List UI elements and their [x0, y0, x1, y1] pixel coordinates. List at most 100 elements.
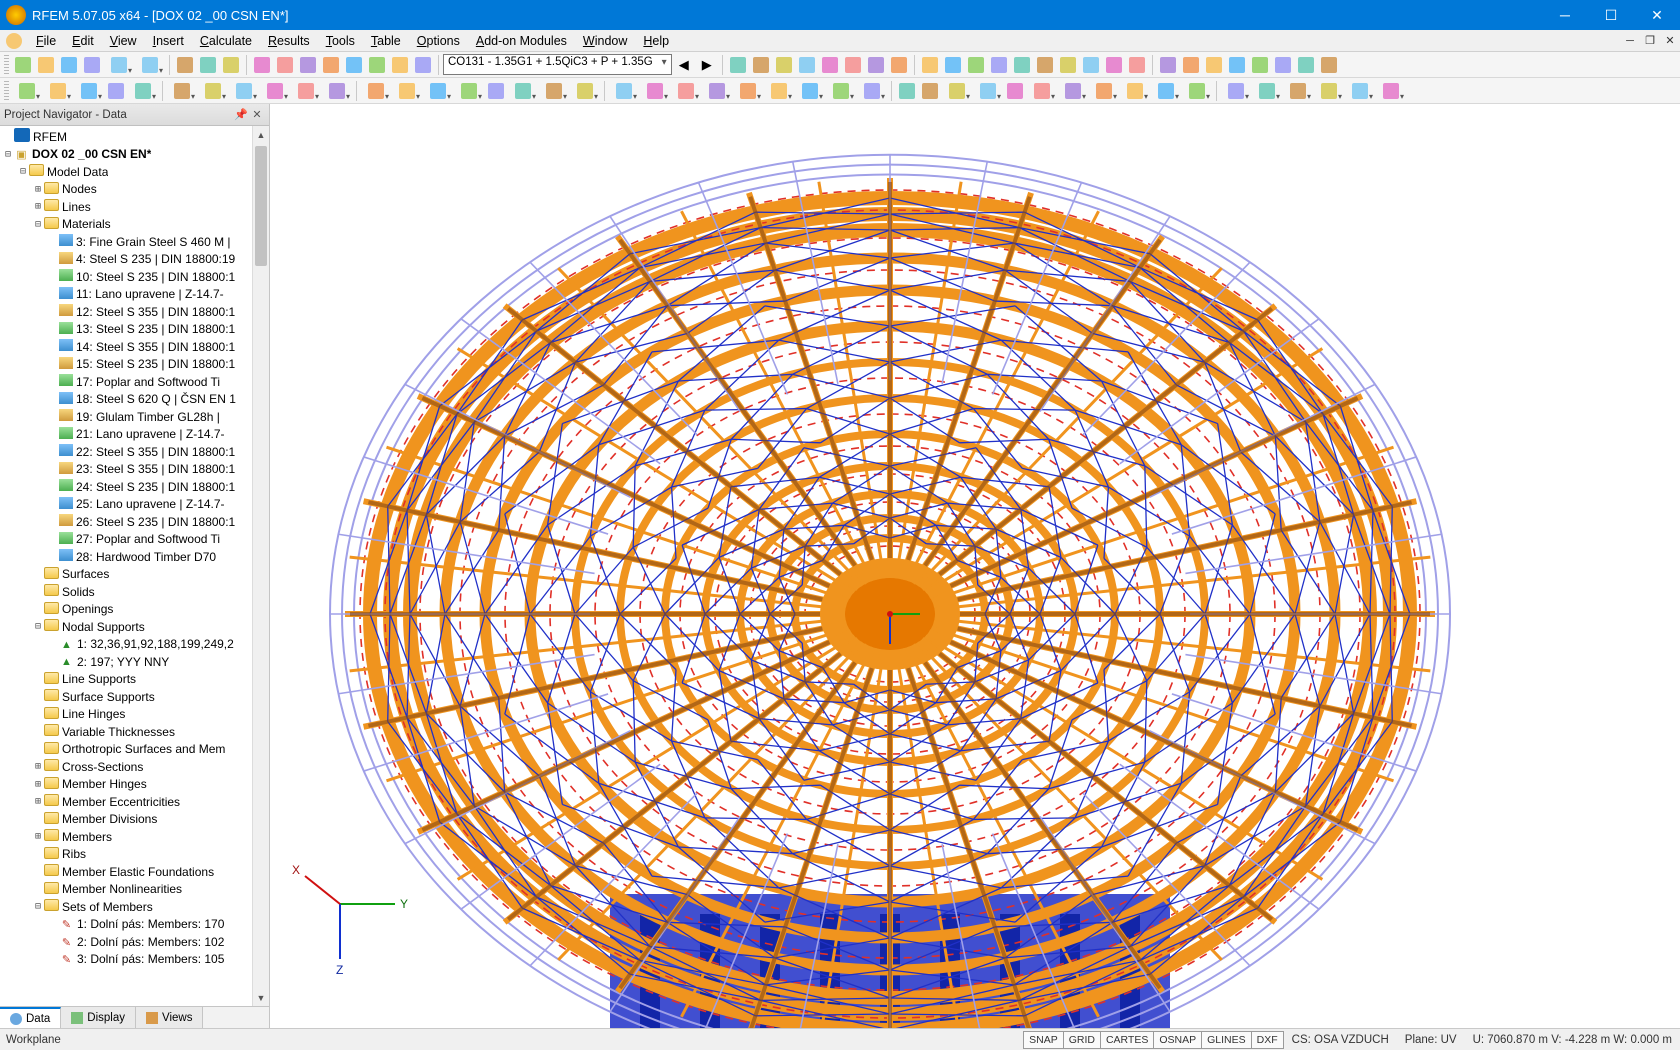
tree-line-supports[interactable]: Line Supports [2, 671, 252, 689]
tree-nodal-support-item[interactable]: ▲1: 32,36,91,92,188,199,249,2 [2, 636, 252, 654]
tool2-b5[interactable] [291, 80, 321, 102]
tool-a1[interactable] [174, 54, 196, 76]
tree-project[interactable]: ⊟▣DOX 02 _00 CSN EN* [2, 146, 252, 164]
tree-material-item[interactable]: 24: Steel S 235 | DIN 18800:1 [2, 478, 252, 496]
tool-d4[interactable] [988, 54, 1010, 76]
tree-scrollbar[interactable]: ▲ ▼ [252, 126, 269, 1006]
tree-surface-supports[interactable]: Surface Supports [2, 688, 252, 706]
tree-member-elastic[interactable]: Member Elastic Foundations [2, 863, 252, 881]
tool2-e10[interactable] [1151, 80, 1181, 102]
tool2-b4[interactable] [260, 80, 290, 102]
tool2-f3[interactable] [1283, 80, 1313, 102]
tool-b6[interactable] [366, 54, 388, 76]
tree-sets-of-members[interactable]: ⊟Sets of Members [2, 898, 252, 916]
tree-material-item[interactable]: 28: Hardwood Timber D70 [2, 548, 252, 566]
tree-material-item[interactable]: 21: Lano upravene | Z-14.7- [2, 426, 252, 444]
tool-d2[interactable] [942, 54, 964, 76]
tree-set-item[interactable]: ✎2: Dolní pás: Members: 102 [2, 933, 252, 951]
tool2-b2[interactable] [198, 80, 228, 102]
mdi-close-button[interactable]: ✕ [1660, 32, 1680, 50]
tool2-c8[interactable] [570, 80, 600, 102]
menu-table[interactable]: Table [363, 32, 409, 50]
tree-root[interactable]: RFEM [2, 128, 252, 146]
tool2-b3[interactable] [229, 80, 259, 102]
tool-d1[interactable] [919, 54, 941, 76]
tree-material-item[interactable]: 10: Steel S 235 | DIN 18800:1 [2, 268, 252, 286]
tool-d10[interactable] [1126, 54, 1148, 76]
tool-e7[interactable] [1295, 54, 1317, 76]
menu-options[interactable]: Options [409, 32, 468, 50]
tool-b3[interactable] [297, 54, 319, 76]
tool-open[interactable] [35, 54, 57, 76]
mdi-restore-button[interactable]: ❐ [1640, 32, 1660, 50]
tool-b5[interactable] [343, 54, 365, 76]
tool-c5[interactable] [819, 54, 841, 76]
tree-orthotropic[interactable]: Orthotropic Surfaces and Mem [2, 741, 252, 759]
tree-material-item[interactable]: 11: Lano upravene | Z-14.7- [2, 286, 252, 304]
tree-material-item[interactable]: 4: Steel S 235 | DIN 18800:19 [2, 251, 252, 269]
status-toggle-glines[interactable]: GLINES [1201, 1031, 1252, 1049]
menu-window[interactable]: Window [575, 32, 635, 50]
status-toggle-cartes[interactable]: CARTES [1100, 1031, 1154, 1049]
tool2-d4[interactable] [702, 80, 732, 102]
status-toggle-dxf[interactable]: DXF [1251, 1031, 1284, 1049]
tool-a2[interactable] [197, 54, 219, 76]
tool-e3[interactable] [1203, 54, 1225, 76]
menu-tools[interactable]: Tools [318, 32, 363, 50]
tool2-b1[interactable] [167, 80, 197, 102]
tool2-a1[interactable] [12, 80, 42, 102]
tool-e8[interactable] [1318, 54, 1340, 76]
tree-member-ecc[interactable]: ⊞Member Eccentricities [2, 793, 252, 811]
tool2-a5[interactable] [128, 80, 158, 102]
tree-line-hinges[interactable]: Line Hinges [2, 706, 252, 724]
tool-e6[interactable] [1272, 54, 1294, 76]
tree-ribs[interactable]: Ribs [2, 846, 252, 864]
tree-materials[interactable]: ⊟Materials [2, 216, 252, 234]
tree-openings[interactable]: Openings [2, 601, 252, 619]
menu-calculate[interactable]: Calculate [192, 32, 260, 50]
tool2-d1[interactable] [609, 80, 639, 102]
tool2-f2[interactable] [1252, 80, 1282, 102]
tool2-d8[interactable] [826, 80, 856, 102]
tool-c2[interactable] [750, 54, 772, 76]
tool2-e4[interactable] [973, 80, 1003, 102]
tool-d5[interactable] [1011, 54, 1033, 76]
tool2-d5[interactable] [733, 80, 763, 102]
navigator-tree[interactable]: RFEM⊟▣DOX 02 _00 CSN EN*⊟Model Data⊞Node… [0, 126, 252, 1006]
panel-pin-button[interactable]: 📌 [233, 107, 249, 123]
tool2-e11[interactable] [1182, 80, 1212, 102]
status-toggle-osnap[interactable]: OSNAP [1153, 1031, 1202, 1049]
tool-b4[interactable] [320, 54, 342, 76]
panel-tab-data[interactable]: Data [0, 1007, 61, 1028]
tool-b2[interactable] [274, 54, 296, 76]
tree-var-thick[interactable]: Variable Thicknesses [2, 723, 252, 741]
tool2-d2[interactable] [640, 80, 670, 102]
close-button[interactable]: ✕ [1634, 0, 1680, 30]
tree-nodal-supports[interactable]: ⊟Nodal Supports [2, 618, 252, 636]
tree-nodal-support-item[interactable]: ▲2: 197; YYY NNY [2, 653, 252, 671]
tool2-c1[interactable] [361, 80, 391, 102]
tree-material-item[interactable]: 15: Steel S 235 | DIN 18800:1 [2, 356, 252, 374]
mdi-minimize-button[interactable]: ─ [1620, 32, 1640, 50]
tool2-e9[interactable] [1120, 80, 1150, 102]
tool2-e3[interactable] [942, 80, 972, 102]
tool2-b6[interactable] [322, 80, 352, 102]
tool-redo[interactable] [135, 54, 165, 76]
tree-material-item[interactable]: 27: Poplar and Softwood Ti [2, 531, 252, 549]
tool-c4[interactable] [796, 54, 818, 76]
menu-help[interactable]: Help [635, 32, 677, 50]
tool-c8[interactable] [888, 54, 910, 76]
tree-nodes[interactable]: ⊞Nodes [2, 181, 252, 199]
tool-d6[interactable] [1034, 54, 1056, 76]
tree-member-nonlin[interactable]: Member Nonlinearities [2, 881, 252, 899]
minimize-button[interactable]: ─ [1542, 0, 1588, 30]
tool-c3[interactable] [773, 54, 795, 76]
tool-e1[interactable] [1157, 54, 1179, 76]
model-viewport[interactable]: YZX [270, 104, 1680, 1028]
tree-member-div[interactable]: Member Divisions [2, 811, 252, 829]
menu-add-on-modules[interactable]: Add-on Modules [468, 32, 575, 50]
tool-new[interactable] [12, 54, 34, 76]
tool2-d3[interactable] [671, 80, 701, 102]
tool2-c3[interactable] [423, 80, 453, 102]
status-toggle-grid[interactable]: GRID [1063, 1031, 1101, 1049]
